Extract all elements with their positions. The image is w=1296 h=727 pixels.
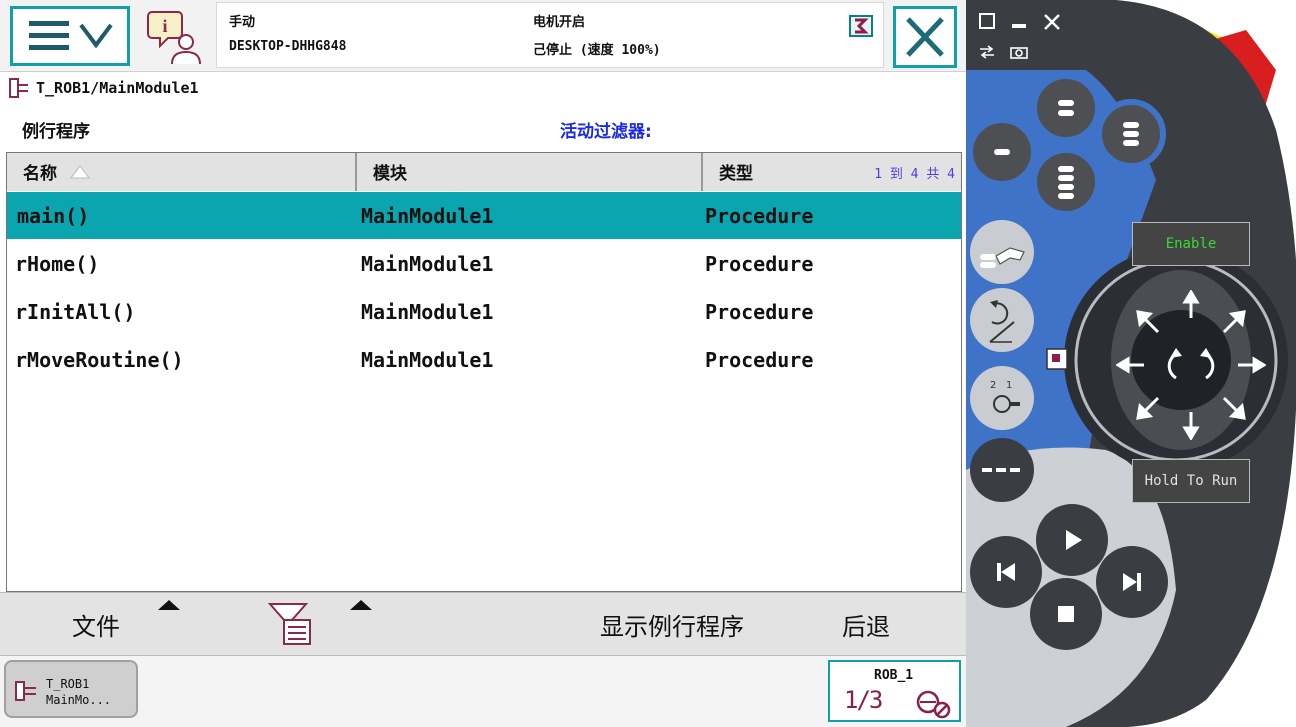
routine-type: Procedure <box>705 204 814 228</box>
table-header: 名称 模块 类型 1 到 4 共 4 <box>7 153 961 191</box>
select-mechanical-unit-icon[interactable] <box>972 228 1034 278</box>
joystick[interactable] <box>1116 290 1266 440</box>
active-filter-label[interactable]: 活动过滤器: <box>560 117 652 142</box>
routine-module: MainModule1 <box>361 348 494 372</box>
camera-icon <box>1010 47 1028 59</box>
close-button[interactable] <box>893 6 957 68</box>
breadcrumb: T_ROB1/MainModule1 <box>8 74 199 102</box>
close-icon <box>906 17 944 57</box>
table-row[interactable]: rHome() MainModule1 Procedure <box>7 240 961 287</box>
restore-icon <box>979 13 995 29</box>
table-row[interactable]: rMoveRoutine() MainModule1 Procedure <box>7 336 961 383</box>
svg-text:1: 1 <box>1006 380 1012 391</box>
routine-type: Procedure <box>705 300 814 324</box>
enable-device-button[interactable]: Enable <box>1132 222 1250 266</box>
routine-table: 名称 模块 类型 1 到 4 共 4 main() MainModule1 Pr… <box>6 152 962 592</box>
command-bar: 文件 显示例行程序 后退 <box>0 592 966 656</box>
info-person-icon: i <box>147 11 201 65</box>
quickset-button[interactable]: ROB_1 1/3 <box>828 660 961 722</box>
svg-text:i: i <box>162 16 167 36</box>
main-menu-button[interactable] <box>10 6 130 66</box>
programmable-key-2-icon[interactable] <box>1046 88 1086 128</box>
step-backward-icon[interactable] <box>988 554 1024 590</box>
swap-arrows-icon <box>980 45 994 59</box>
svg-text:2: 2 <box>990 380 996 391</box>
top-bar: i 手动 DESKTOP-DHHG848 电机开启 己停止 (速度 100%) <box>0 0 966 72</box>
toggle-axis-icon[interactable]: 2 1 <box>976 374 1030 424</box>
back-button[interactable]: 后退 <box>842 607 890 642</box>
routine-type: Procedure <box>705 348 814 372</box>
column-header-name[interactable]: 名称 <box>7 153 357 191</box>
routine-module: MainModule1 <box>361 204 494 228</box>
hamburger-chevron-icon <box>29 21 113 50</box>
programmable-key-1-icon[interactable] <box>982 132 1022 172</box>
close-icon <box>1044 14 1060 30</box>
flexpendant-device: 2 1 Enable Hold To Run <box>966 0 1296 727</box>
task-tab-label: T_ROB1 MainMo... <box>46 677 112 707</box>
hold-to-run-button[interactable]: Hold To Run <box>1132 459 1250 503</box>
page-title: 例行程序 <box>22 122 90 142</box>
swap-hand-button[interactable] <box>978 44 996 63</box>
routine-name: rMoveRoutine() <box>15 348 184 372</box>
file-menu-arrow-icon <box>158 600 180 610</box>
show-routine-button[interactable]: 显示例行程序 <box>600 607 744 642</box>
task-tab-program-editor[interactable]: T_ROB1 MainMo... <box>4 660 138 718</box>
program-state-icon <box>849 15 873 37</box>
routine-name: rInitAll() <box>15 300 136 324</box>
routine-name: rHome() <box>15 252 100 276</box>
screenshot-button[interactable] <box>1010 44 1028 63</box>
increment-value: 1/3 <box>844 686 883 714</box>
table-row[interactable]: main() MainModule1 Procedure <box>7 192 961 239</box>
status-panel[interactable]: 手动 DESKTOP-DHHG848 电机开启 己停止 (速度 100%) <box>216 2 884 68</box>
filter-menu-arrow-icon <box>350 600 372 610</box>
sort-ascending-icon <box>69 165 90 179</box>
increment-off-icon <box>916 690 951 719</box>
stop-icon[interactable] <box>1048 596 1084 632</box>
breadcrumb-path: T_ROB1/MainModule1 <box>36 79 199 97</box>
toggle-motion-mode-icon[interactable] <box>974 296 1030 346</box>
close-window-button[interactable] <box>1042 12 1062 36</box>
event-log-button[interactable]: i <box>146 8 208 66</box>
operation-mode: 手动 <box>229 15 256 30</box>
programmable-key-3-icon[interactable] <box>1111 112 1151 156</box>
taskbar: T_ROB1 MainMo... ROB_1 1/3 <box>0 656 966 727</box>
filter-button[interactable] <box>266 600 314 648</box>
motor-state: 电机开启 <box>533 15 586 30</box>
minimize-window-button[interactable] <box>1010 12 1028 34</box>
minimize-icon <box>1012 24 1026 28</box>
file-menu-button[interactable]: 文件 <box>72 607 120 642</box>
column-header-module[interactable]: 模块 <box>357 153 703 191</box>
routine-module: MainModule1 <box>361 300 494 324</box>
filter-icon <box>267 603 311 645</box>
start-icon[interactable] <box>1054 522 1090 558</box>
quickset-robot: ROB_1 <box>874 668 914 683</box>
flexpendant-screen: i 手动 DESKTOP-DHHG848 电机开启 己停止 (速度 100%) <box>0 0 966 727</box>
program-module-icon <box>15 681 36 701</box>
run-state: 己停止 (速度 100%) <box>533 43 661 58</box>
controller-name: DESKTOP-DHHG848 <box>229 39 347 54</box>
step-forward-icon[interactable] <box>1114 564 1150 600</box>
page-count: 1 到 4 共 4 <box>874 167 955 182</box>
routine-type: Procedure <box>705 252 814 276</box>
programmable-key-4-icon[interactable] <box>1046 158 1086 206</box>
connector-icon <box>1046 348 1068 370</box>
routine-name: main() <box>17 204 90 228</box>
restore-window-button[interactable] <box>978 12 996 34</box>
toggle-increment-icon[interactable] <box>980 460 1024 480</box>
table-row[interactable]: rInitAll() MainModule1 Procedure <box>7 288 961 335</box>
routine-module: MainModule1 <box>361 252 494 276</box>
program-module-icon <box>9 78 28 98</box>
